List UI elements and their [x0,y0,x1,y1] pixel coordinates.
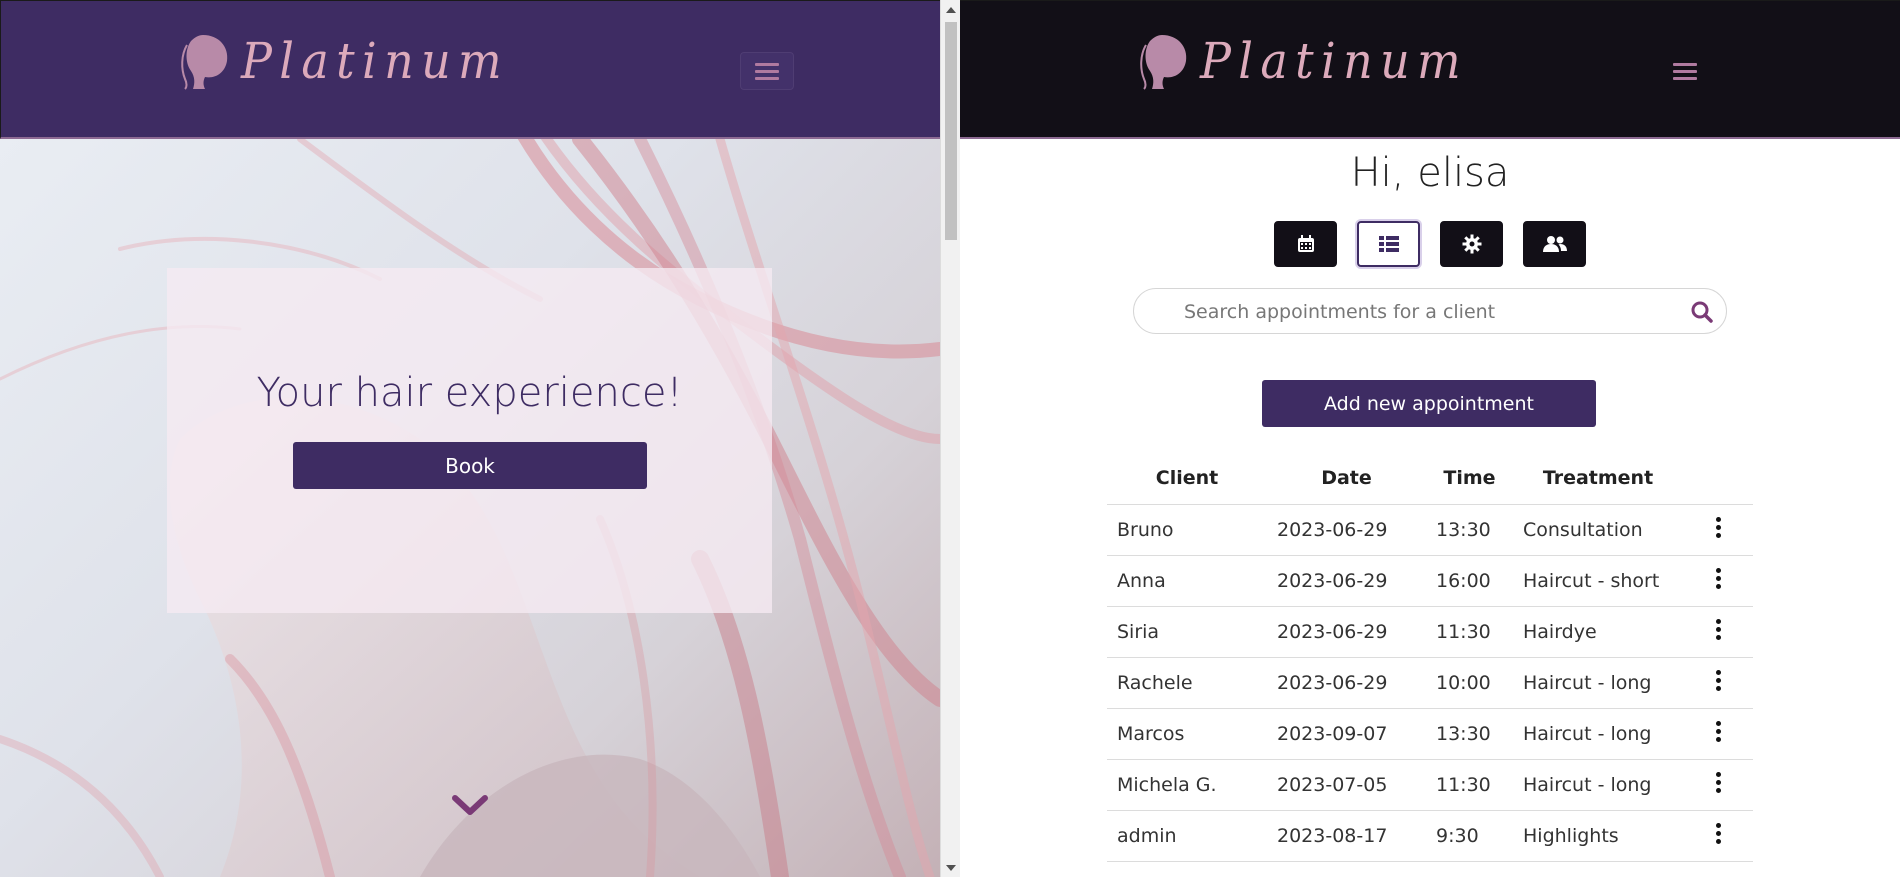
cell-time: 9:30 [1426,810,1513,862]
brand-logo[interactable]: Platinum [173,31,532,91]
column-header-date[interactable]: Date [1267,452,1426,505]
calendar-view-button[interactable] [1274,221,1337,267]
scrollbar-thumb[interactable] [945,22,957,240]
row-actions [1683,810,1753,862]
cell-time: 11:30 [1426,759,1513,811]
cell-client: Bruno [1107,504,1267,556]
scroll-down-arrow-icon[interactable] [946,865,956,871]
cell-treatment: Haircut - long [1513,657,1683,709]
cell-treatment: Haircut - long [1513,708,1683,760]
kebab-menu-icon[interactable] [1715,565,1721,592]
navbar: Platinum [0,0,940,139]
kebab-menu-icon[interactable] [1715,514,1721,541]
kebab-menu-icon[interactable] [1715,820,1721,847]
cell-date: 2023-08-17 [1267,810,1426,862]
cell-client: Marcos [1107,708,1267,760]
clients-button[interactable] [1523,221,1586,267]
cell-date: 2023-06-29 [1267,504,1426,556]
kebab-menu-icon[interactable] [1715,718,1721,745]
cell-treatment: Consultation [1513,504,1683,556]
cell-time: 11:30 [1426,606,1513,658]
cell-client: Anna [1107,555,1267,607]
search-icon[interactable] [1690,300,1714,324]
gear-icon [1462,234,1481,254]
navbar-dark: Platinum [960,0,1900,139]
right-window: Platinum Hi, elisa Search appointments f… [960,0,1900,877]
brand-name: Platinum [1200,32,1469,90]
hamburger-icon [1673,59,1697,84]
cell-client: Michela G. [1107,759,1267,811]
cell-time: 10:00 [1426,657,1513,709]
column-header-treatment[interactable]: Treatment [1513,452,1683,505]
row-actions [1683,708,1753,760]
cell-date: 2023-07-05 [1267,759,1426,811]
settings-button[interactable] [1440,221,1503,267]
cell-date: 2023-06-29 [1267,555,1426,607]
hero-section: Your hair experience! Book [0,139,940,877]
cell-time: 13:30 [1426,708,1513,760]
appointments-table: Client Date Time Treatment Bruno 2023-06… [1107,452,1753,862]
row-actions [1683,555,1753,607]
book-button[interactable]: Book [293,442,647,489]
hamburger-menu-button[interactable] [740,52,794,90]
table-row[interactable]: Michela G. 2023-07-05 11:30 Haircut - lo… [1107,759,1753,811]
cell-client: Rachele [1107,657,1267,709]
cell-date: 2023-09-07 [1267,708,1426,760]
scroll-down-chevron-icon[interactable] [451,794,489,818]
left-window: Platinum Your hair experience! Book [0,0,940,877]
cell-date: 2023-06-29 [1267,606,1426,658]
list-icon [1378,236,1399,252]
row-actions [1683,606,1753,658]
cell-client: Siria [1107,606,1267,658]
table-row[interactable]: admin 2023-08-17 9:30 Highlights [1107,810,1753,862]
table-row[interactable]: Anna 2023-06-29 16:00 Haircut - short [1107,555,1753,607]
cell-treatment: Highlights [1513,810,1683,862]
row-actions [1683,759,1753,811]
table-row[interactable]: Bruno 2023-06-29 13:30 Consultation [1107,504,1753,556]
column-header-client[interactable]: Client [1107,452,1267,505]
hero-card: Your hair experience! Book [167,268,772,613]
table-row[interactable]: Siria 2023-06-29 11:30 Hairdye [1107,606,1753,658]
kebab-menu-icon[interactable] [1715,769,1721,796]
calendar-icon [1297,235,1314,252]
cell-treatment: Haircut - short [1513,555,1683,607]
table-row[interactable]: Rachele 2023-06-29 10:00 Haircut - long [1107,657,1753,709]
hero-title: Your hair experience! [256,370,683,416]
users-icon [1542,236,1567,252]
table-header-row: Client Date Time Treatment [1107,452,1753,505]
list-view-button[interactable] [1357,221,1420,267]
row-actions [1683,504,1753,556]
column-header-time[interactable]: Time [1426,452,1513,505]
hamburger-icon [755,59,779,84]
kebab-menu-icon[interactable] [1715,616,1721,643]
add-appointment-button[interactable]: Add new appointment [1262,380,1596,427]
woman-head-logo-icon [181,35,228,90]
brand-logo[interactable]: Platinum [1132,31,1491,91]
kebab-menu-icon[interactable] [1715,667,1721,694]
client-search-input[interactable] [1182,297,1666,327]
row-actions [1683,657,1753,709]
client-search-box [1133,288,1727,334]
woman-head-logo-icon [1140,35,1187,90]
cell-treatment: Haircut - long [1513,759,1683,811]
cell-client: admin [1107,810,1267,862]
hamburger-menu-button[interactable] [1658,52,1712,90]
greeting-heading: Hi, elisa [1350,150,1510,196]
cell-treatment: Hairdye [1513,606,1683,658]
vertical-scrollbar[interactable] [940,0,960,877]
brand-name: Platinum [241,32,510,90]
table-row[interactable]: Marcos 2023-09-07 13:30 Haircut - long [1107,708,1753,760]
cell-date: 2023-06-29 [1267,657,1426,709]
column-header-actions [1683,452,1753,505]
view-toolbar [1274,221,1586,267]
scroll-up-arrow-icon[interactable] [946,7,956,13]
cell-time: 16:00 [1426,555,1513,607]
cell-time: 13:30 [1426,504,1513,556]
